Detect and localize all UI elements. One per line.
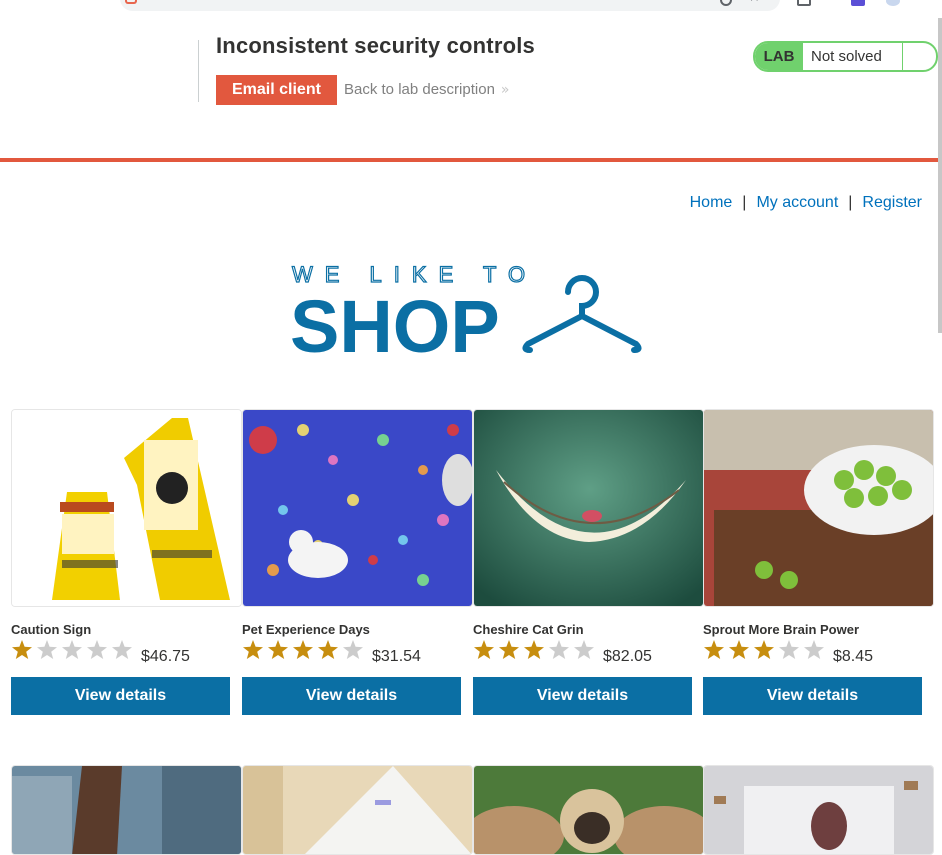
cheshire-grin-image [473,409,704,607]
scrollbar-thumb[interactable] [938,18,942,333]
city-boot-image [11,765,242,855]
star-filled-icon [704,640,724,659]
star-filled-icon [243,640,263,659]
search-icon[interactable] [720,0,732,6]
lab-title: Inconsistent security controls [216,33,535,58]
view-details-button[interactable]: View details [703,677,922,715]
star-filled-icon [499,640,519,659]
header-divider [198,40,199,102]
shop-logo: WE LIKE TO SHOP [290,262,642,358]
profile-extension-icon[interactable] [851,0,865,6]
star-filled-icon [268,640,288,659]
clothes-hanger-icon [522,275,642,353]
product-name: Sprout More Brain Power [703,622,860,637]
caution-sign-image [11,409,242,607]
view-details-button[interactable]: View details [11,677,230,715]
sprouts-image [703,409,934,607]
home-link[interactable]: Home [690,194,733,211]
account-nav: Home | My account | Register [690,194,922,212]
view-details-button[interactable]: View details [242,677,461,715]
lab-header: Inconsistent security controls Email cli… [0,18,942,162]
star-empty-icon [343,640,363,659]
double-chevron-right-icon: » [500,82,510,98]
star-filled-icon [729,640,749,659]
product-price: $82.05 [603,648,652,665]
star-filled-icon [12,640,32,659]
address-bar[interactable]: ☆ [120,0,780,11]
back-to-lab-link[interactable]: Back to lab description » [344,81,510,98]
nav-separator: | [848,194,853,211]
account-avatar-icon[interactable] [886,0,900,6]
star-empty-icon [37,640,57,659]
star-empty-icon [804,640,824,659]
logo-shop-text: SHOP [290,285,500,358]
star-empty-icon [549,640,569,659]
site-favicon-icon [125,0,137,4]
star-empty-icon [574,640,594,659]
view-details-button[interactable]: View details [473,677,692,715]
nav-separator: | [742,194,747,211]
star-filled-icon [293,640,313,659]
star-filled-icon [754,640,774,659]
pet-experience-image [242,409,473,607]
product-price: $8.45 [833,648,874,665]
product-name: Cheshire Cat Grin [473,622,584,637]
star-empty-icon [779,640,799,659]
bookmark-star-icon[interactable]: ☆ [748,0,761,5]
star-empty-icon [112,640,132,659]
flying-books-image [703,765,934,855]
my-account-link[interactable]: My account [756,194,838,211]
star-filled-icon [474,640,494,659]
lab-status-widget: LAB Not solved [753,41,938,72]
paper-plane-image [242,765,473,855]
product-name: Caution Sign [11,622,92,637]
register-link[interactable]: Register [862,194,922,211]
product-price: $31.54 [372,648,421,665]
lab-badge: LAB [755,43,803,70]
star-filled-icon [524,640,544,659]
extension-icon[interactable] [797,0,811,6]
lab-status-text: Not solved [811,48,882,65]
product-price: $46.75 [141,648,190,665]
status-separator [902,43,903,70]
logo-tagline: WE LIKE TO [292,262,537,287]
star-empty-icon [87,640,107,659]
star-empty-icon [62,640,82,659]
star-filled-icon [318,640,338,659]
email-client-button[interactable]: Email client [216,75,337,105]
browser-toolbar: ☆ [0,0,942,18]
product-name: Pet Experience Days [242,622,370,637]
pug-owl-image [473,765,704,855]
back-link-label: Back to lab description [344,81,495,98]
